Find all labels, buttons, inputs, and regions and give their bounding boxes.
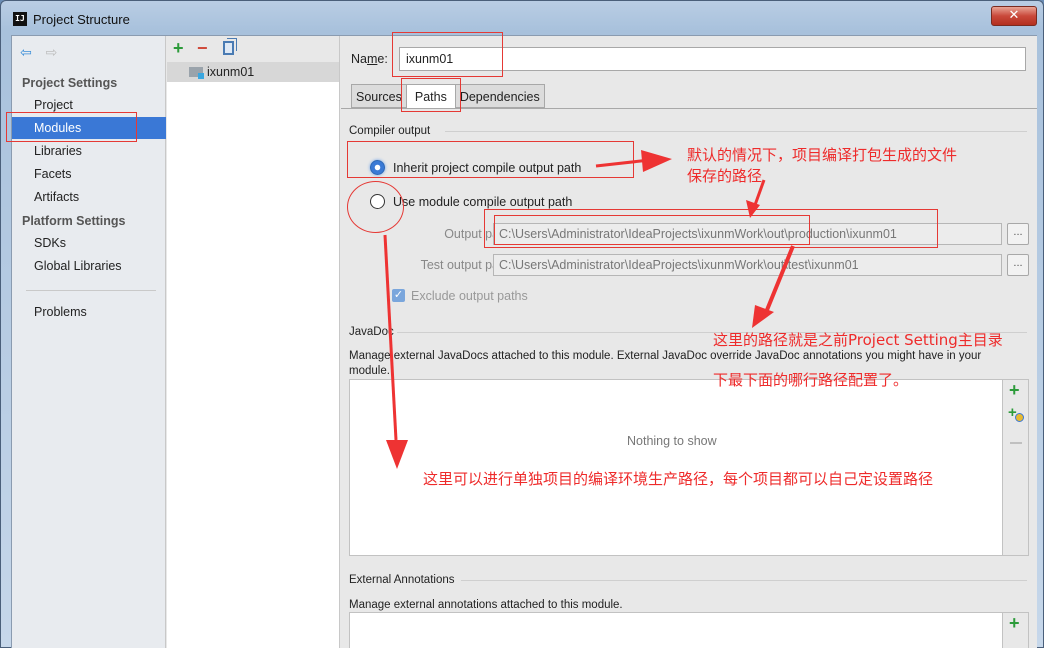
- arrow-to-note3: [383, 234, 398, 441]
- arrow-head-note2: [752, 305, 774, 328]
- arrow-to-note2: [765, 245, 795, 311]
- annotation-note-default-output: 默认的情况下，项目编译打包生成的文件 保存的路径: [687, 146, 958, 185]
- annotation-note-project-setting-path: 这里的路径就是之前Project Setting主目录: [713, 331, 1003, 349]
- arrow-head-output-path: [746, 200, 760, 218]
- arrow-to-note1: [595, 158, 651, 168]
- annotation-note-project-setting-path-2: 下最下面的哪行路径配置了。: [713, 371, 909, 389]
- arrow-head-note3: [386, 440, 408, 469]
- annotation-note-module-path: 这里可以进行单独项目的编译环境生产路径，每个项目都可以自己定设置路径: [423, 470, 934, 488]
- annotation-arrows: [383, 150, 795, 469]
- arrow-head-note1: [641, 150, 672, 172]
